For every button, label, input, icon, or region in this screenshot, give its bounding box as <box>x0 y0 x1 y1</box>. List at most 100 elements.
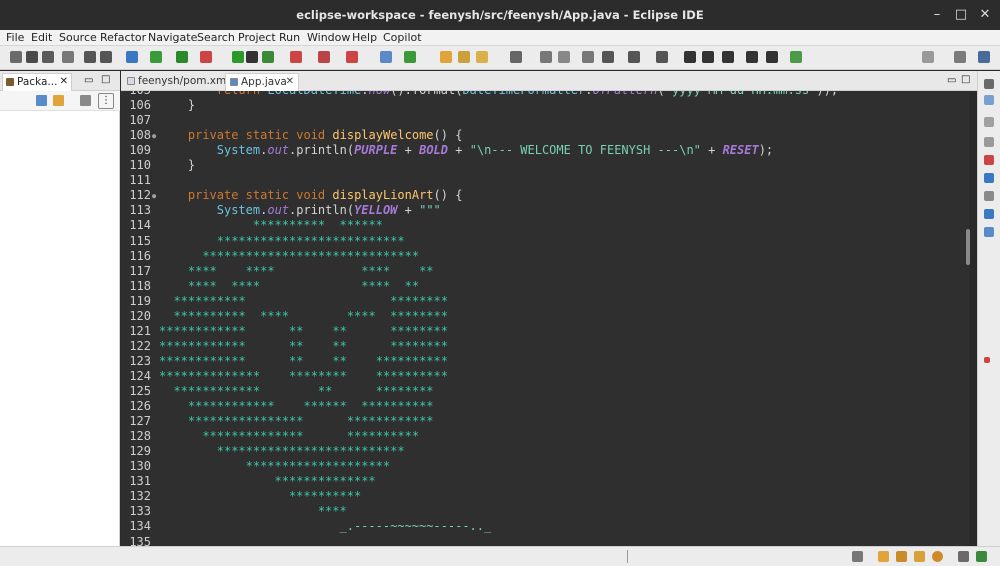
new-package-icon[interactable] <box>404 51 416 63</box>
java-perspective-icon[interactable] <box>978 51 990 63</box>
learn-icon[interactable] <box>896 551 907 562</box>
vertical-scrollbar-track[interactable] <box>969 91 977 546</box>
code-line: **** <box>317 504 347 519</box>
progress-icon[interactable] <box>984 209 994 219</box>
vertical-scrollbar-thumb[interactable] <box>966 229 970 265</box>
search-view-icon[interactable] <box>984 227 994 237</box>
collapse-all-icon[interactable] <box>36 95 47 106</box>
terminal-icon[interactable] <box>126 51 138 63</box>
open-type-icon[interactable] <box>440 51 452 63</box>
menu-run[interactable]: Run <box>279 31 300 44</box>
minimize-icon[interactable]: – <box>928 6 946 24</box>
user-icon[interactable] <box>852 551 863 562</box>
print-icon[interactable] <box>62 51 74 63</box>
git-status-icon[interactable] <box>976 551 987 562</box>
open-perspective-icon[interactable] <box>954 51 966 63</box>
menu-edit[interactable]: Edit <box>31 31 52 44</box>
word-wrap-icon[interactable] <box>602 51 614 63</box>
maximize-editor-icon[interactable]: □ <box>961 74 970 85</box>
menu-search[interactable]: Search <box>197 31 235 44</box>
save-all-icon[interactable] <box>42 51 54 63</box>
coverage-icon[interactable] <box>176 51 188 63</box>
editor-tab[interactable]: feenysh/pom.xml <box>123 73 229 91</box>
new-icon[interactable] <box>10 51 22 63</box>
debug-icon[interactable] <box>150 51 162 63</box>
menu-refactor[interactable]: Refactor <box>100 31 146 44</box>
editor-tab[interactable]: App.java ✕ <box>225 73 299 91</box>
view-menu-icon[interactable]: ⋮ <box>98 93 114 109</box>
filter-icon[interactable] <box>80 95 91 106</box>
restore-icon[interactable] <box>984 79 994 89</box>
maximize-view-icon[interactable]: □ <box>101 74 110 85</box>
save-icon[interactable] <box>26 51 38 63</box>
code-line: ********** ******** <box>173 293 448 308</box>
close-icon[interactable]: ✕ <box>286 74 294 90</box>
console-icon[interactable] <box>984 191 994 201</box>
forward-icon[interactable] <box>746 51 758 63</box>
close-icon[interactable]: ✕ <box>976 6 994 24</box>
menu-copilot[interactable]: Copilot <box>383 31 422 44</box>
menu-navigate[interactable]: Navigate <box>148 31 197 44</box>
line-number: 133 <box>129 504 151 519</box>
redo-icon[interactable] <box>100 51 112 63</box>
maximize-icon[interactable]: □ <box>952 6 970 24</box>
code-editor[interactable]: 105 return LocalDateTime.now().format(Dat… <box>121 91 969 546</box>
stop-icon[interactable] <box>318 51 330 63</box>
code-line: ************** ******** ********** <box>159 368 448 383</box>
copilot-status-icon[interactable] <box>958 551 969 562</box>
line-number: 112 <box>129 188 151 203</box>
code-line: ************ ****** ********** <box>187 399 434 414</box>
javadoc-icon[interactable] <box>984 155 994 165</box>
declaration-icon[interactable] <box>984 173 994 183</box>
run-icon[interactable] <box>232 51 244 63</box>
forward-dropdown-icon[interactable] <box>766 51 778 63</box>
code-line: } <box>187 158 196 173</box>
prev-annotation-icon[interactable] <box>656 51 668 63</box>
notifications-icon[interactable] <box>878 551 889 562</box>
back-icon[interactable] <box>702 51 714 63</box>
last-edit-icon[interactable] <box>684 51 696 63</box>
fold-marker-icon[interactable]: ● <box>152 192 156 200</box>
tips-icon[interactable] <box>932 551 943 562</box>
debug-config-icon[interactable] <box>346 51 358 63</box>
pin-editor-icon[interactable] <box>790 51 802 63</box>
menu-window[interactable]: Window <box>307 31 350 44</box>
block-selection-icon[interactable] <box>582 51 594 63</box>
open-task-icon[interactable] <box>458 51 470 63</box>
toggle-mark-icon[interactable] <box>540 51 552 63</box>
line-number: 122 <box>129 338 151 353</box>
minimize-editor-icon[interactable]: ▭ <box>947 75 956 86</box>
error-marker-icon[interactable] <box>984 357 990 363</box>
skip-breakpoints-icon[interactable] <box>200 51 212 63</box>
close-icon[interactable]: ✕ <box>60 74 68 90</box>
annotation-icon[interactable] <box>510 51 522 63</box>
new-java-project-icon[interactable] <box>380 51 392 63</box>
line-number: 135 <box>129 534 151 547</box>
updates-icon[interactable] <box>914 551 925 562</box>
back-dropdown-icon[interactable] <box>722 51 734 63</box>
run-last-icon[interactable] <box>262 51 274 63</box>
menu-source[interactable]: Source <box>59 31 97 44</box>
menu-project[interactable]: Project <box>238 31 276 44</box>
next-annotation-icon[interactable] <box>628 51 640 63</box>
external-tools-icon[interactable] <box>290 51 302 63</box>
status-divider <box>627 550 628 563</box>
outline-icon[interactable] <box>984 95 994 105</box>
minimize-view-icon[interactable]: ▭ <box>84 75 93 86</box>
code-line: ************************** <box>216 233 405 248</box>
problems-icon[interactable] <box>984 137 994 147</box>
menu-file[interactable]: File <box>6 31 24 44</box>
search-toolbar-icon[interactable] <box>922 51 934 63</box>
show-whitespace-icon[interactable] <box>558 51 570 63</box>
code-line: return LocalDateTime.now().format(DateTi… <box>217 91 838 97</box>
fold-marker-icon[interactable]: ● <box>152 132 156 140</box>
menu-help[interactable]: Help <box>352 31 377 44</box>
search-icon[interactable] <box>476 51 488 63</box>
line-number: 120 <box>129 308 151 323</box>
package-explorer-tab[interactable]: Packa... ✕ <box>2 73 72 91</box>
code-line: ************ ** ** ******** <box>159 338 448 353</box>
link-with-editor-icon[interactable] <box>53 95 64 106</box>
task-list-icon[interactable] <box>984 117 994 127</box>
run-dropdown-icon[interactable] <box>246 51 258 63</box>
undo-icon[interactable] <box>84 51 96 63</box>
